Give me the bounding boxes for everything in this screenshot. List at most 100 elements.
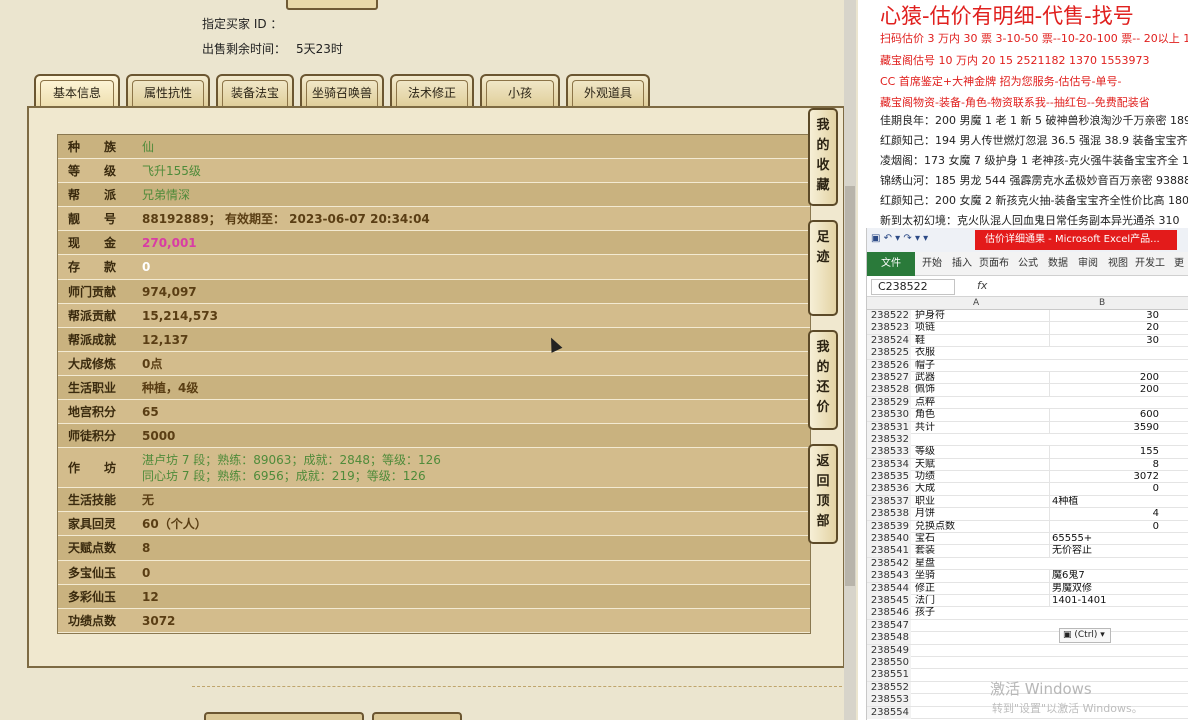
tab-3[interactable]: 装备法宝 bbox=[216, 74, 294, 108]
cell-a[interactable]: 套装 bbox=[915, 545, 1049, 557]
cell-b[interactable]: 30 bbox=[1049, 334, 1161, 347]
paste-options-button[interactable]: ▣ (Ctrl) ▾ bbox=[1059, 628, 1111, 643]
quick-access-toolbar[interactable]: ▣ ↶ ▾ ↷ ▾ ▾ bbox=[871, 233, 928, 244]
cell-a[interactable]: 坐骑 bbox=[915, 570, 1049, 582]
cell-b[interactable]: 200 bbox=[1049, 384, 1161, 397]
cell-b[interactable]: 0 bbox=[1049, 483, 1161, 496]
ribbon-tab[interactable]: 更 bbox=[1169, 252, 1188, 276]
cell-a[interactable]: 点粹 bbox=[915, 397, 1049, 409]
cell-b[interactable]: 30 bbox=[1049, 310, 1161, 322]
row-number[interactable]: 238535 bbox=[867, 471, 911, 484]
row-number[interactable]: 238532 bbox=[867, 433, 911, 446]
row-number[interactable]: 238544 bbox=[867, 582, 911, 595]
tab-6[interactable]: 小孩 bbox=[480, 74, 560, 108]
row-number[interactable]: 238531 bbox=[867, 421, 911, 434]
fx-icon[interactable]: fx bbox=[977, 279, 987, 292]
cell-a[interactable]: 星盘 bbox=[915, 558, 1049, 570]
row-number[interactable]: 238523 bbox=[867, 322, 911, 335]
cell-a[interactable]: 修正 bbox=[915, 583, 1049, 595]
row-number[interactable]: 238553 bbox=[867, 694, 911, 707]
row-number[interactable]: 238554 bbox=[867, 706, 911, 719]
name-box[interactable]: C238522 bbox=[871, 279, 955, 295]
ribbon-tab[interactable]: 审阅 bbox=[1073, 252, 1103, 276]
cell-a[interactable]: 月饼 bbox=[915, 508, 1049, 520]
row-number[interactable]: 238527 bbox=[867, 371, 911, 384]
cell-a[interactable]: 孩子 bbox=[915, 607, 1049, 619]
tab-2[interactable]: 属性抗性 bbox=[126, 74, 210, 108]
bottom-button-2[interactable] bbox=[372, 712, 462, 720]
cell-a[interactable]: 护身符 bbox=[915, 310, 1049, 322]
ribbon-tab[interactable]: 开发工 bbox=[1133, 252, 1167, 276]
row-number[interactable]: 238529 bbox=[867, 396, 911, 409]
cell-b[interactable]: 0 bbox=[1049, 520, 1161, 533]
cell-b[interactable]: 1401-1401 bbox=[1049, 594, 1161, 607]
tab-4[interactable]: 坐骑召唤兽 bbox=[300, 74, 384, 108]
ribbon-tab[interactable]: 开始 bbox=[917, 252, 947, 276]
row-number[interactable]: 238540 bbox=[867, 533, 911, 546]
row-number[interactable]: 238537 bbox=[867, 495, 911, 508]
row-number[interactable]: 238522 bbox=[867, 310, 911, 322]
cell-b[interactable]: 8 bbox=[1049, 458, 1161, 471]
top-action-button[interactable] bbox=[286, 0, 378, 10]
cell-a[interactable]: 衣服 bbox=[915, 347, 1049, 359]
row-number[interactable]: 238543 bbox=[867, 570, 911, 583]
side-button-3[interactable]: 我的还价 bbox=[808, 330, 838, 430]
cell-a[interactable]: 大成 bbox=[915, 483, 1049, 495]
cell-a[interactable]: 宝石 bbox=[915, 533, 1049, 545]
tab-1[interactable]: 基本信息 bbox=[34, 74, 120, 110]
cell-a[interactable]: 佩饰 bbox=[915, 384, 1049, 396]
cell-b[interactable]: 600 bbox=[1049, 409, 1161, 422]
cell-a[interactable]: 帽子 bbox=[915, 360, 1049, 372]
cell-b[interactable]: 3072 bbox=[1049, 471, 1161, 484]
tab-5[interactable]: 法术修正 bbox=[390, 74, 474, 108]
cell-a[interactable]: 职业 bbox=[915, 496, 1049, 508]
row-number[interactable]: 238526 bbox=[867, 359, 911, 372]
cell-b[interactable]: 65555+ bbox=[1049, 533, 1161, 546]
ribbon-tab[interactable]: 视图 bbox=[1103, 252, 1133, 276]
ribbon-tab[interactable]: 文件 bbox=[867, 252, 915, 276]
row-number[interactable]: 238533 bbox=[867, 446, 911, 459]
row-number[interactable]: 238549 bbox=[867, 644, 911, 657]
tab-7[interactable]: 外观道具 bbox=[566, 74, 650, 108]
cell-b[interactable]: 魔6鬼7 bbox=[1049, 570, 1161, 583]
row-number[interactable]: 238545 bbox=[867, 594, 911, 607]
cell-a[interactable]: 角色 bbox=[915, 409, 1049, 421]
cell-a[interactable]: 天赋 bbox=[915, 459, 1049, 471]
row-number[interactable]: 238552 bbox=[867, 681, 911, 694]
row-number[interactable]: 238528 bbox=[867, 384, 911, 397]
cell-b[interactable]: 3590 bbox=[1049, 421, 1161, 434]
ribbon-tab[interactable]: 插入 bbox=[947, 252, 977, 276]
side-button-2[interactable]: 足迹 bbox=[808, 220, 838, 316]
row-number[interactable]: 238546 bbox=[867, 607, 911, 620]
cell-b[interactable]: 无价容止 bbox=[1049, 545, 1161, 558]
column-b-header[interactable]: B bbox=[1099, 297, 1105, 310]
cell-b[interactable]: 155 bbox=[1049, 446, 1161, 459]
row-number[interactable]: 238534 bbox=[867, 458, 911, 471]
ribbon-tab[interactable]: 公式 bbox=[1013, 252, 1043, 276]
ribbon-tab[interactable]: 数据 bbox=[1043, 252, 1073, 276]
row-number[interactable]: 238541 bbox=[867, 545, 911, 558]
row-number[interactable]: 238530 bbox=[867, 409, 911, 422]
cell-b[interactable]: 4种植 bbox=[1049, 495, 1161, 508]
cell-a[interactable]: 项链 bbox=[915, 322, 1049, 334]
cell-b[interactable]: 200 bbox=[1049, 371, 1161, 384]
column-a-header[interactable]: A bbox=[973, 297, 979, 310]
row-number[interactable]: 238551 bbox=[867, 669, 911, 682]
row-number[interactable]: 238542 bbox=[867, 557, 911, 570]
cell-a[interactable]: 法门 bbox=[915, 595, 1049, 607]
side-button-1[interactable]: 我的收藏 bbox=[808, 108, 838, 206]
cell-b[interactable]: 20 bbox=[1049, 322, 1161, 335]
cell-b[interactable]: 男魔双修 bbox=[1049, 582, 1161, 595]
row-number[interactable]: 238524 bbox=[867, 334, 911, 347]
ribbon-tab[interactable]: 页面布 bbox=[977, 252, 1011, 276]
cell-a[interactable]: 等级 bbox=[915, 446, 1049, 458]
row-number[interactable]: 238539 bbox=[867, 520, 911, 533]
side-button-4[interactable]: 返回顶部 bbox=[808, 444, 838, 544]
cell-a[interactable]: 武器 bbox=[915, 372, 1049, 384]
row-number[interactable]: 238536 bbox=[867, 483, 911, 496]
cell-a[interactable]: 兑换点数 bbox=[915, 521, 1049, 533]
row-number[interactable]: 238525 bbox=[867, 347, 911, 360]
bottom-button-1[interactable] bbox=[204, 712, 364, 720]
row-number[interactable]: 238538 bbox=[867, 508, 911, 521]
cell-a[interactable]: 共计 bbox=[915, 422, 1049, 434]
